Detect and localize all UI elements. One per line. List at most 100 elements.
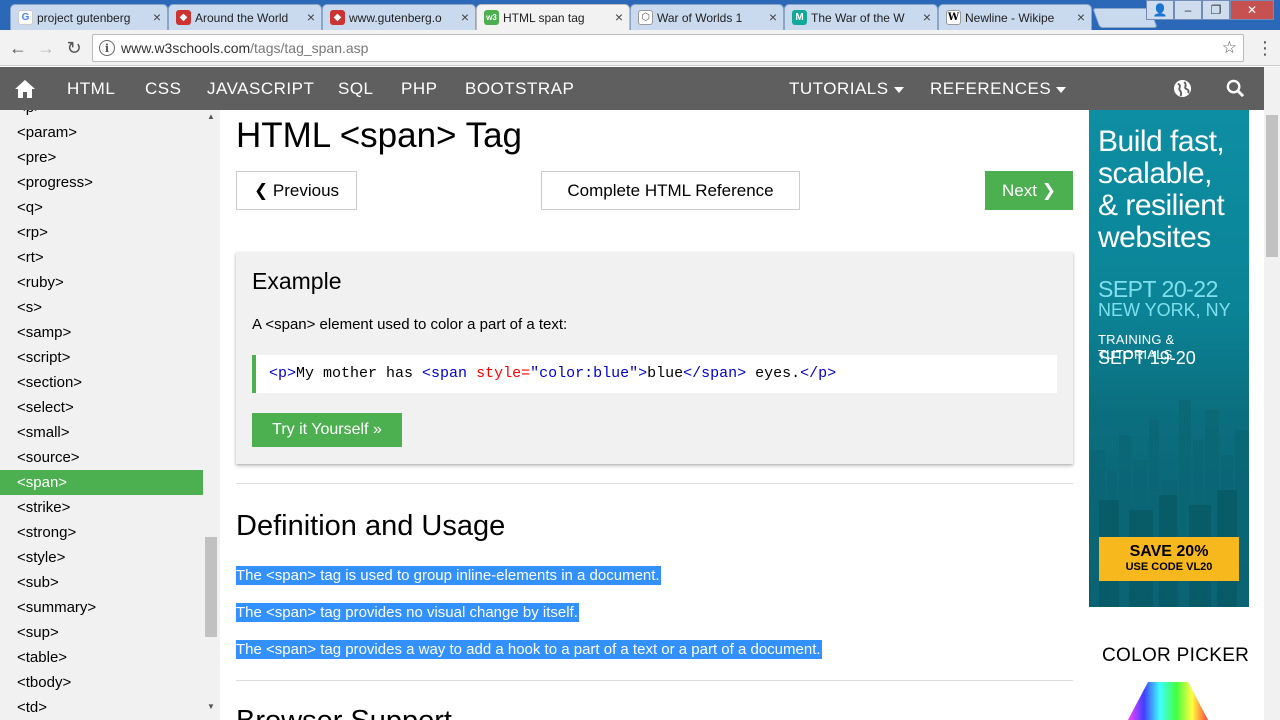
code-span-text: blue — [647, 365, 684, 382]
tab-label: The War of the W — [811, 10, 905, 25]
browser-support-heading: Browser Support — [236, 705, 452, 720]
tab-around-the-world[interactable]: ◆ Around the World × — [168, 4, 322, 30]
sidebar-item-param[interactable]: <param> — [0, 120, 203, 145]
info-icon[interactable]: i — [99, 40, 115, 56]
url-input[interactable]: i www.w3schools.com/tags/tag_span.asp ☆ — [92, 34, 1244, 62]
definition-line-1: The <span> tag is used to group inline-e… — [236, 566, 661, 585]
url-path: /tags/tag_span.asp — [250, 40, 369, 56]
code-text: eyes. — [746, 365, 801, 382]
sidebar-item-samp[interactable]: <samp> — [0, 320, 203, 345]
next-button[interactable]: Next ❯ — [985, 171, 1073, 210]
sidebar-scrollbar-thumb[interactable] — [205, 537, 217, 637]
address-toolbar: ← → ↻ i www.w3schools.com/tags/tag_span.… — [0, 30, 1280, 66]
sidebar-item-pre[interactable]: <pre> — [0, 145, 203, 170]
search-icon[interactable] — [1226, 79, 1245, 98]
close-window-button[interactable]: ✕ — [1230, 0, 1274, 20]
sidebar-item-sup[interactable]: <sup> — [0, 620, 203, 645]
tab-label: www.gutenberg.o — [349, 10, 442, 25]
nav-references-label: REFERENCES — [930, 79, 1052, 98]
site-top-nav: HTML CSS JAVASCRIPT SQL PHP BOOTSTRAP TU… — [0, 67, 1280, 110]
sidebar-item-small[interactable]: <small> — [0, 420, 203, 445]
tab-war-of-the-worlds[interactable]: M The War of the W × — [784, 4, 938, 30]
user-icon[interactable]: 👤 — [1146, 0, 1174, 20]
sidebar-item-p[interactable]: <p> — [0, 110, 203, 120]
url-host: www.w3schools.com — [121, 40, 251, 56]
sidebar-item-strike[interactable]: <strike> — [0, 495, 203, 520]
minimize-button[interactable]: – — [1174, 0, 1202, 20]
restore-button[interactable]: ❐ — [1202, 0, 1230, 20]
ad-code-text: USE CODE VL20 — [1125, 561, 1213, 573]
sidebar-item-span[interactable]: <span> — [0, 470, 203, 495]
tab-newline-wikipedia[interactable]: W Newline - Wikipe × — [938, 4, 1092, 30]
nav-bootstrap[interactable]: BOOTSTRAP — [465, 67, 574, 110]
browser-menu-icon[interactable]: ⋮ — [1256, 38, 1274, 58]
nav-references[interactable]: REFERENCES — [930, 67, 1067, 110]
reload-icon[interactable]: ↻ — [62, 36, 86, 60]
browser-tab-bar: G project gutenberg × ◆ Around the World… — [0, 0, 1280, 30]
code-close-span: </span> — [683, 365, 747, 382]
sidebar-item-q[interactable]: <q> — [0, 195, 203, 220]
close-tab-icon[interactable]: × — [1077, 9, 1085, 25]
sidebar-item-progress[interactable]: <progress> — [0, 170, 203, 195]
close-tab-icon[interactable]: × — [307, 9, 315, 25]
code-text: My mother has — [296, 365, 423, 382]
sidebar-item-select[interactable]: <select> — [0, 395, 203, 420]
page-title: HTML <span> Tag — [236, 116, 522, 155]
close-tab-icon[interactable]: × — [923, 9, 931, 25]
tab-gutenberg-org[interactable]: ◆ www.gutenberg.o × — [322, 4, 476, 30]
nav-javascript[interactable]: JAVASCRIPT — [207, 67, 314, 110]
sidebar-item-strong[interactable]: <strong> — [0, 520, 203, 545]
try-it-yourself-button[interactable]: Try it Yourself » — [252, 413, 402, 447]
scroll-up-arrow-icon[interactable]: ▲ — [205, 112, 217, 124]
nav-php[interactable]: PHP — [401, 67, 437, 110]
sidebar-item-rt[interactable]: <rt> — [0, 245, 203, 270]
definition-line-3: The <span> tag provides a way to add a h… — [236, 640, 822, 659]
gutenberg-favicon-icon: ◆ — [330, 10, 345, 25]
close-tab-icon[interactable]: × — [461, 9, 469, 25]
globe-icon[interactable] — [1173, 79, 1192, 98]
ad-headline: Build fast, scalable, & resilient websit… — [1098, 126, 1225, 254]
ad-line: & resilient — [1098, 189, 1225, 222]
forward-arrow-icon[interactable]: → — [34, 36, 58, 60]
sidebar-item-sub[interactable]: <sub> — [0, 570, 203, 595]
sidebar-item-section[interactable]: <section> — [0, 370, 203, 395]
sidebar-item-td[interactable]: <td> — [0, 695, 203, 720]
sidebar-item-script[interactable]: <script> — [0, 345, 203, 370]
sidebar-item-tbody[interactable]: <tbody> — [0, 670, 203, 695]
back-arrow-icon[interactable]: ← — [6, 36, 30, 60]
nav-css[interactable]: CSS — [145, 67, 181, 110]
ad-save-text: SAVE 20% — [1129, 543, 1209, 560]
sidebar-item-rp[interactable]: <rp> — [0, 220, 203, 245]
complete-reference-button[interactable]: Complete HTML Reference — [541, 171, 800, 210]
sidebar-item-source[interactable]: <source> — [0, 445, 203, 470]
ad-city: NEW YORK, NY — [1098, 300, 1231, 320]
code-close-bracket: > — [638, 365, 648, 382]
nav-sql[interactable]: SQL — [338, 67, 374, 110]
tab-project-gutenberg[interactable]: G project gutenberg × — [10, 4, 168, 30]
nav-tutorials[interactable]: TUTORIALS — [789, 67, 904, 110]
tab-html-span-tag[interactable]: w3 HTML span tag × — [476, 4, 630, 30]
tab-label: War of Worlds 1 — [657, 10, 743, 25]
color-picker-icon[interactable] — [1128, 680, 1208, 720]
google-favicon-icon: G — [18, 10, 33, 25]
w3schools-favicon-icon: w3 — [484, 10, 499, 25]
tag-sidebar: <p> <param> <pre> <progress> <q> <rp> <r… — [0, 110, 220, 720]
caret-down-icon — [1056, 86, 1067, 93]
previous-button[interactable]: ❮ Previous — [236, 171, 357, 210]
sidebar-item-summary[interactable]: <summary> — [0, 595, 203, 620]
close-tab-icon[interactable]: × — [615, 9, 623, 25]
bookmark-star-icon[interactable]: ☆ — [1222, 38, 1237, 58]
nav-html[interactable]: HTML — [67, 67, 115, 110]
sidebar-item-table[interactable]: <table> — [0, 645, 203, 670]
sidebar-item-ruby[interactable]: <ruby> — [0, 270, 203, 295]
page-scrollbar-thumb[interactable] — [1266, 115, 1278, 257]
close-tab-icon[interactable]: × — [769, 9, 777, 25]
example-box: Example A <span> element used to color a… — [236, 252, 1073, 464]
home-icon[interactable] — [14, 79, 36, 99]
close-tab-icon[interactable]: × — [153, 9, 161, 25]
scroll-down-arrow-icon[interactable]: ▼ — [205, 702, 217, 714]
sidebar-item-style[interactable]: <style> — [0, 545, 203, 570]
sidebar-item-s[interactable]: <s> — [0, 295, 203, 320]
tab-war-of-worlds[interactable]: ⬡ War of Worlds 1 × — [630, 4, 784, 30]
advertisement-banner[interactable]: Build fast, scalable, & resilient websit… — [1089, 110, 1249, 607]
